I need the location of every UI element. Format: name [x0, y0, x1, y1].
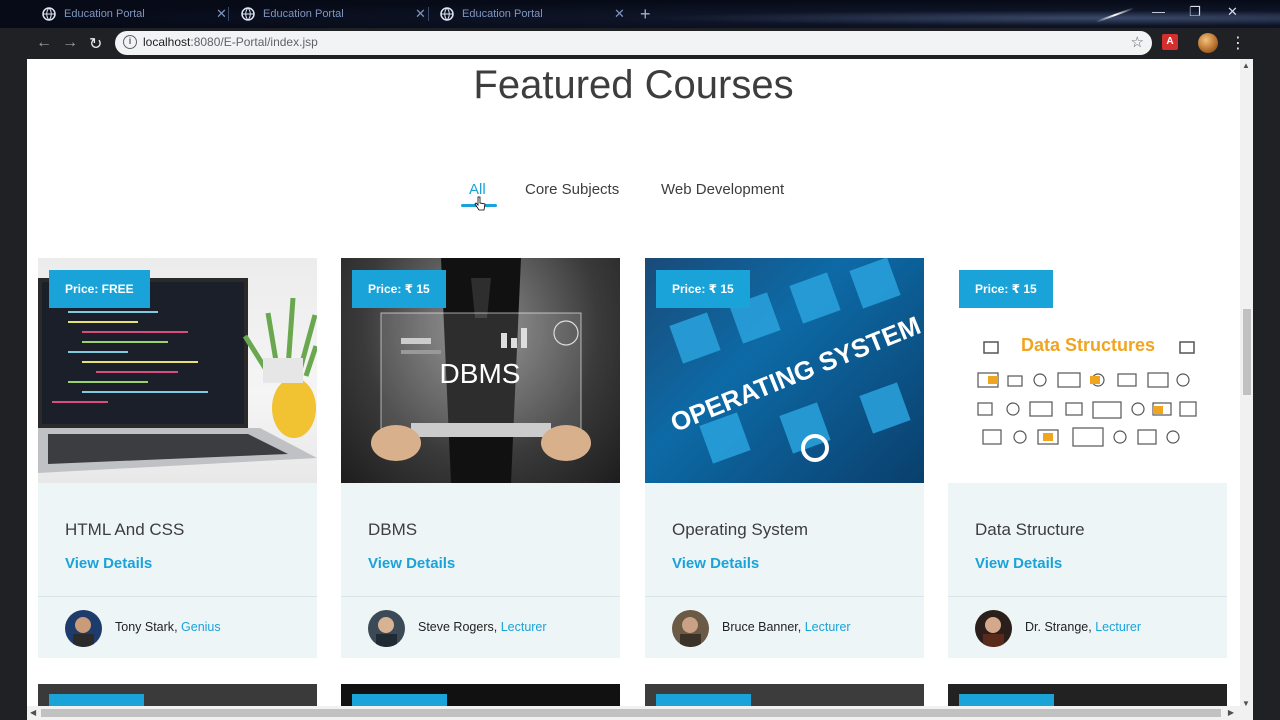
course-image-operating-system: OPERATING SYSTEM Price: ₹ 15 [645, 258, 924, 483]
close-window-icon[interactable]: ✕ [1227, 4, 1238, 20]
course-title: HTML And CSS [65, 520, 185, 539]
scroll-down-arrow-icon[interactable]: ▼ [1242, 699, 1250, 708]
url-host: localhost [143, 35, 191, 49]
browser-tab-1[interactable]: Education Portal ✕ [30, 0, 227, 28]
url-text: localhost:8080/E-Portal/index.jsp [143, 35, 318, 49]
back-icon[interactable]: ← [36, 34, 52, 52]
url-path: :8080/E-Portal/index.jsp [190, 35, 318, 49]
pdf-extension-icon[interactable]: A [1162, 34, 1178, 50]
globe-icon [440, 7, 454, 21]
filter-web-development[interactable]: Web Development [661, 181, 784, 198]
course-filters: All Core Subjects Web Development [27, 181, 1240, 211]
price-badge: Price: FREE [49, 270, 150, 308]
browser-tab-3[interactable]: Education Portal ✕ [428, 0, 625, 28]
background-sparkle [1095, 7, 1135, 23]
address-bar[interactable]: i localhost:8080/E-Portal/index.jsp ☆ [115, 31, 1152, 55]
scroll-left-arrow-icon[interactable]: ◀ [30, 708, 36, 717]
globe-icon [42, 7, 56, 21]
view-details-link[interactable]: View Details [368, 555, 455, 572]
course-title: Data Structure [975, 520, 1085, 539]
course-card: OPERATING SYSTEM Price: ₹ 15 Operating S… [645, 258, 924, 658]
horizontal-scrollbar[interactable]: ◀ ▶ [27, 706, 1240, 720]
scroll-right-arrow-icon[interactable]: ▶ [1228, 708, 1234, 717]
instructor-role[interactable]: Lecturer [1095, 620, 1141, 634]
close-tab-icon[interactable]: ✕ [415, 6, 426, 22]
instructor-name: Bruce Banner [722, 620, 798, 634]
instructor-line: Steve Rogers, Lecturer [418, 620, 547, 634]
course-title: DBMS [368, 520, 418, 539]
course-card: DBMS Price: ₹ 15 DBMS View Details Steve… [341, 258, 620, 658]
instructor-name: Tony Stark [115, 620, 175, 634]
ds-image-text: Data Structures [1021, 335, 1155, 355]
maximize-icon[interactable]: ❐ [1189, 4, 1201, 20]
browser-tabstrip: Education Portal ✕ Education Portal ✕ Ed… [0, 0, 1280, 28]
instructor-line: Dr. Strange, Lecturer [1025, 620, 1142, 634]
course-title: Operating System [672, 520, 809, 539]
card-divider [948, 596, 1227, 597]
view-details-link[interactable]: View Details [975, 555, 1062, 572]
instructor-line: Tony Stark, Genius [115, 620, 221, 634]
browser-toolbar: ← → ↻ i localhost:8080/E-Portal/index.js… [0, 28, 1280, 59]
section-title: Featured Courses [473, 63, 794, 107]
reload-icon[interactable]: ↻ [89, 34, 102, 54]
vertical-scrollbar[interactable]: ▲ ▼ [1240, 59, 1253, 720]
close-tab-icon[interactable]: ✕ [614, 6, 625, 22]
course-image-data-structures: Data Structures Price: ₹ 15 [948, 258, 1227, 483]
view-details-link[interactable]: View Details [672, 555, 759, 572]
bookmark-star-icon[interactable]: ☆ [1131, 33, 1144, 51]
avatar [368, 610, 405, 647]
info-icon[interactable]: i [123, 35, 137, 49]
instructor-name: Steve Rogers [418, 620, 494, 634]
dbms-image-text: DBMS [440, 358, 521, 389]
price-badge: Price: ₹ 15 [959, 270, 1053, 308]
price-badge: Price: ₹ 15 [656, 270, 750, 308]
instructor-name: Dr. Strange [1025, 620, 1089, 634]
new-tab-icon[interactable]: + [640, 4, 651, 25]
card-divider [645, 596, 924, 597]
forward-icon[interactable]: → [62, 34, 78, 52]
instructor-role[interactable]: Lecturer [805, 620, 851, 634]
avatar [975, 610, 1012, 647]
hand-cursor-icon [474, 196, 486, 211]
minimize-icon[interactable]: — [1152, 4, 1165, 19]
horizontal-scroll-thumb[interactable] [41, 709, 1221, 717]
page-viewport: Featured Courses All Core Subjects Web D… [27, 59, 1253, 720]
tab-title: Education Portal [64, 8, 145, 20]
profile-avatar[interactable] [1198, 33, 1218, 53]
scroll-up-arrow-icon[interactable]: ▲ [1242, 61, 1250, 70]
instructor-role[interactable]: Genius [181, 620, 221, 634]
course-card: Price: FREE HTML And CSS View Details To… [38, 258, 317, 658]
price-badge: Price: ₹ 15 [352, 270, 446, 308]
course-image-dbms: DBMS Price: ₹ 15 [341, 258, 620, 483]
tab-title: Education Portal [462, 8, 543, 20]
card-divider [38, 596, 317, 597]
vertical-scroll-thumb[interactable] [1243, 309, 1251, 395]
course-image-laptop: Price: FREE [38, 258, 317, 483]
course-card: Data Structures Price: ₹ 15 Data Structu… [948, 258, 1227, 658]
avatar [65, 610, 102, 647]
view-details-link[interactable]: View Details [65, 555, 152, 572]
instructor-line: Bruce Banner, Lecturer [722, 620, 851, 634]
filter-core-subjects[interactable]: Core Subjects [525, 181, 619, 198]
browser-tab-2[interactable]: Education Portal ✕ [229, 0, 426, 28]
avatar [672, 610, 709, 647]
instructor-role[interactable]: Lecturer [501, 620, 547, 634]
close-tab-icon[interactable]: ✕ [216, 6, 227, 22]
globe-icon [241, 7, 255, 21]
card-divider [341, 596, 620, 597]
tab-title: Education Portal [263, 8, 344, 20]
menu-dots-icon[interactable]: ⋮ [1230, 33, 1246, 53]
